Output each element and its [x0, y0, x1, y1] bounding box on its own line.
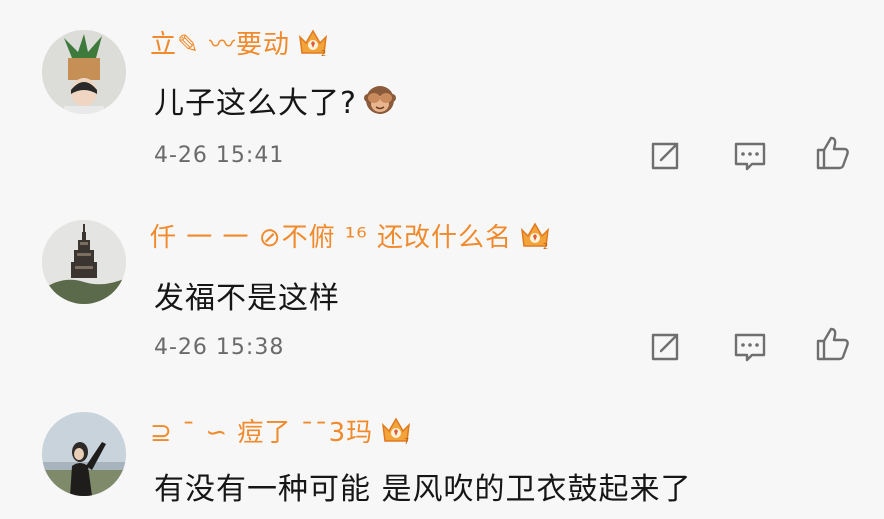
vip-crown-icon: 7 — [382, 417, 411, 446]
share-icon — [651, 333, 679, 361]
username-row: 仟 一 一 ⊘不俯 ¹⁶ 还改什么名 2 — [150, 215, 552, 255]
comment-icon — [734, 142, 766, 171]
comment-text: 有没有一种可能 是风吹的卫衣鼓起来了 — [154, 472, 692, 507]
vip-crown-icon: 2 — [520, 222, 549, 251]
username[interactable]: 立✎ 〰要动 — [150, 24, 290, 61]
like-button[interactable] — [812, 326, 852, 362]
comment-item: 立✎ 〰要动 2 儿子这么大了? 4-26 15:41 — [0, 0, 884, 195]
username-row: 立✎ 〰要动 2 — [150, 22, 330, 62]
svg-text:7: 7 — [404, 437, 409, 446]
username[interactable]: ⊇ ˉ ∽ 痘了 ˉˉ3玛 — [150, 412, 373, 449]
avatar[interactable] — [42, 30, 126, 114]
comment-text-content: 儿子这么大了? — [154, 86, 357, 121]
comment-button[interactable] — [730, 138, 770, 174]
svg-text:2: 2 — [543, 242, 548, 251]
vip-crown-icon: 2 — [299, 29, 328, 58]
see-no-evil-monkey-icon — [363, 86, 396, 114]
share-button[interactable] — [645, 329, 685, 365]
like-icon — [816, 327, 849, 361]
share-button[interactable] — [645, 138, 685, 174]
comment-text: 发福不是这样 — [154, 281, 340, 316]
avatar-image — [42, 412, 126, 496]
avatar[interactable] — [42, 220, 126, 304]
avatar[interactable] — [42, 412, 126, 496]
comment-button[interactable] — [730, 329, 770, 365]
avatar-image — [42, 220, 126, 304]
username-row: ⊇ ˉ ∽ 痘了 ˉˉ3玛 7 — [150, 410, 413, 450]
timestamp: 4-26 15:38 — [154, 335, 285, 360]
comment-icon — [734, 333, 766, 362]
like-button[interactable] — [812, 135, 852, 171]
like-icon — [816, 136, 849, 170]
comment-item: ⊇ ˉ ∽ 痘了 ˉˉ3玛 7 有没有一种可能 是风吹的卫衣鼓起来了 — [0, 390, 884, 519]
share-icon — [651, 142, 679, 170]
comment-item: 仟 一 一 ⊘不俯 ¹⁶ 还改什么名 2 发福不是这样 4-26 15:38 — [0, 195, 884, 390]
username[interactable]: 仟 一 一 ⊘不俯 ¹⁶ 还改什么名 — [150, 217, 512, 254]
timestamp: 4-26 15:41 — [154, 143, 285, 168]
svg-text:2: 2 — [321, 49, 326, 58]
comment-text: 儿子这么大了? — [154, 78, 397, 122]
avatar-image — [42, 30, 126, 114]
